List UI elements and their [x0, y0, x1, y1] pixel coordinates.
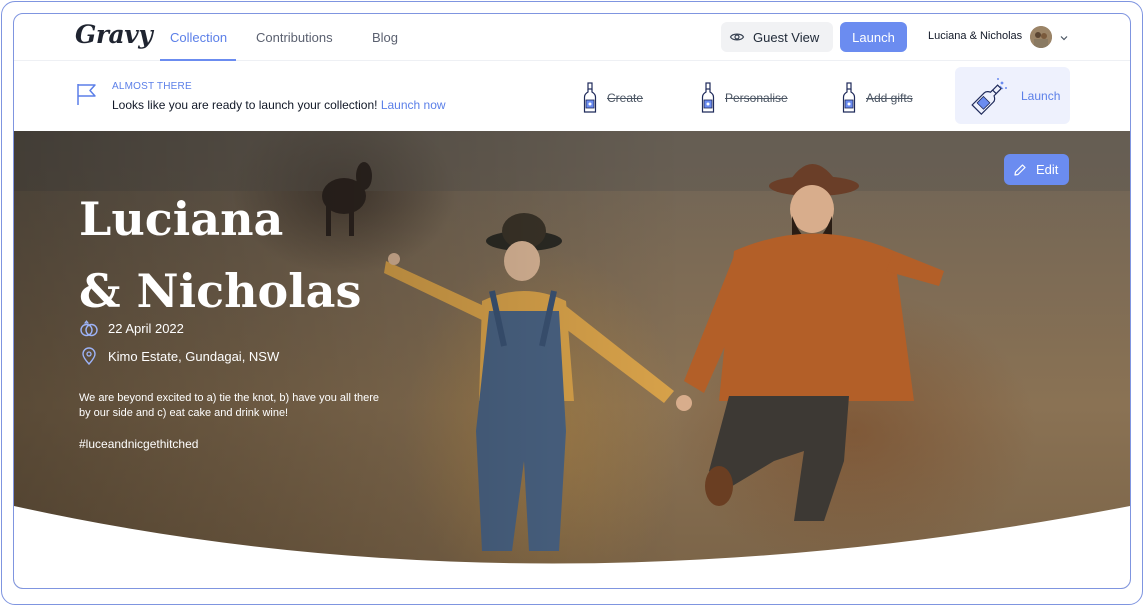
user-name[interactable]: Luciana & Nicholas — [928, 30, 1022, 42]
logo[interactable]: Gravy — [75, 20, 153, 49]
step-add-gifts-label: Add gifts — [866, 91, 913, 105]
launch-now-link[interactable]: Launch now — [381, 98, 446, 112]
launch-progress-bar: ALMOST THERE Looks like you are ready to… — [14, 61, 1130, 131]
hero-bottom-curve — [14, 506, 1130, 588]
bottle-icon — [583, 82, 597, 113]
champagne-pop-icon — [971, 77, 1007, 115]
bottle-icon — [842, 82, 856, 113]
tab-collection[interactable]: Collection — [170, 30, 227, 45]
launch-button[interactable]: Launch — [840, 22, 907, 52]
step-create[interactable]: Create — [583, 80, 643, 116]
tab-blog[interactable]: Blog — [372, 30, 398, 45]
step-personalise-label: Personalise — [725, 91, 788, 105]
chevron-down-icon[interactable] — [1058, 32, 1070, 44]
progress-message: Looks like you are ready to launch your … — [112, 98, 446, 112]
avatar[interactable] — [1030, 26, 1052, 48]
eye-icon — [729, 33, 745, 41]
progress-message-text: Looks like you are ready to launch your … — [112, 98, 378, 112]
guest-view-label: Guest View — [753, 29, 820, 45]
app-window: Gravy Collection Contributions Blog Gues… — [14, 14, 1130, 588]
top-nav: Gravy Collection Contributions Blog Gues… — [14, 14, 1130, 61]
hero-banner: Edit Luciana & Nicholas 22 April 2022 Ki… — [14, 131, 1130, 588]
step-add-gifts[interactable]: Add gifts — [842, 80, 913, 116]
guest-view-button[interactable]: Guest View — [721, 22, 833, 52]
progress-eyebrow: ALMOST THERE — [112, 81, 192, 92]
tab-contributions[interactable]: Contributions — [256, 30, 333, 45]
step-personalise[interactable]: Personalise — [701, 80, 788, 116]
step-create-label: Create — [607, 91, 644, 105]
bottle-icon — [701, 82, 715, 113]
step-launch-label: Launch — [1021, 88, 1061, 103]
flag-icon — [77, 84, 96, 105]
step-launch[interactable]: Launch — [955, 67, 1070, 124]
